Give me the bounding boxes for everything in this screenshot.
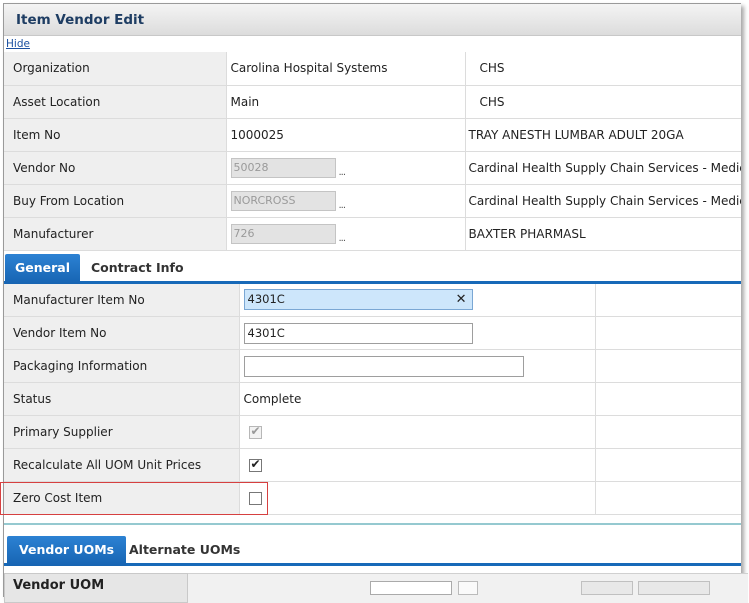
recalculate-uom-checkbox[interactable]: ✔ — [248, 457, 262, 472]
toolbar-button-secondary[interactable] — [638, 581, 710, 595]
vendor-item-no-cell: 4301C — [238, 316, 595, 350]
toolbar-small-control[interactable] — [458, 581, 478, 595]
row-manufacturer-item-no: Manufacturer Item No 4301C ✕ — [4, 283, 741, 317]
extra-cell — [594, 283, 741, 317]
buy-from-location-input: NORCROSS — [230, 190, 336, 211]
asset-location-label: Asset Location — [4, 85, 226, 119]
zero-cost-item-cell — [238, 481, 595, 515]
extra-cell — [594, 481, 741, 515]
header-row-buy-from-location: Buy From Location NORCROSS... Cardinal H… — [4, 184, 741, 218]
tab-contract-info[interactable]: Contract Info — [81, 254, 194, 284]
header-row-organization: Organization Carolina Hospital Systems C… — [4, 52, 741, 86]
extra-cell — [594, 349, 741, 383]
window-title: Item Vendor Edit — [4, 4, 741, 36]
organization-desc: CHS — [464, 52, 741, 86]
manufacturer-item-no-cell: 4301C ✕ — [238, 283, 595, 317]
vendor-no-desc: Cardinal Health Supply Chain Services - … — [464, 151, 741, 185]
asset-location-value: Main — [225, 85, 465, 119]
item-no-desc: TRAY ANESTH LUMBAR ADULT 20GA — [464, 118, 741, 152]
checkmark-icon: ✔ — [250, 457, 261, 471]
item-no-label: Item No — [4, 118, 226, 152]
header-row-manufacturer: Manufacturer 726... BAXTER PHARMASL — [4, 217, 741, 251]
item-vendor-edit-window: Item Vendor Edit Hide Organization Carol… — [3, 3, 741, 597]
toolbar-input[interactable] — [370, 581, 452, 595]
organization-label: Organization — [4, 52, 226, 86]
row-zero-cost-item: Zero Cost Item — [4, 481, 741, 515]
recalculate-uom-label: Recalculate All UOM Unit Prices — [4, 448, 239, 482]
buy-from-location-lookup-icon[interactable]: ... — [339, 200, 346, 211]
tab-alternate-uoms[interactable]: Alternate UOMs — [117, 536, 252, 566]
checkmark-icon: ✔ — [250, 424, 261, 438]
zero-cost-item-checkbox[interactable] — [248, 492, 262, 505]
row-packaging-information: Packaging Information — [4, 349, 741, 383]
status-value: Complete — [238, 382, 595, 416]
manufacturer-lookup-icon[interactable]: ... — [339, 233, 346, 244]
header-row-item-no: Item No 1000025 TRAY ANESTH LUMBAR ADULT… — [4, 118, 741, 152]
recalculate-uom-cell: ✔ — [238, 448, 595, 482]
manufacturer-cell: 726... — [225, 217, 465, 251]
extra-cell — [594, 448, 741, 482]
vendor-no-label: Vendor No — [4, 151, 226, 185]
vendor-uom-toolbar — [188, 573, 748, 603]
row-status: Status Complete — [4, 382, 741, 416]
extra-cell — [594, 415, 741, 449]
packaging-information-cell — [238, 349, 595, 383]
section-divider — [4, 515, 741, 525]
packaging-information-label: Packaging Information — [4, 349, 239, 383]
main-tabs: General Contract Info — [4, 250, 741, 284]
header-row-vendor-no: Vendor No 50028... Cardinal Health Suppl… — [4, 151, 741, 185]
manufacturer-desc: BAXTER PHARMASL — [464, 217, 741, 251]
organization-value: Carolina Hospital Systems — [225, 52, 465, 86]
primary-supplier-label: Primary Supplier — [4, 415, 239, 449]
extra-cell — [594, 382, 741, 416]
buy-from-location-label: Buy From Location — [4, 184, 226, 218]
general-fields-table: Manufacturer Item No 4301C ✕ Vendor Item… — [4, 283, 741, 515]
asset-location-desc: CHS — [464, 85, 741, 119]
header-row-asset-location: Asset Location Main CHS — [4, 85, 741, 119]
packaging-information-input[interactable] — [243, 355, 524, 377]
item-no-value: 1000025 — [225, 118, 465, 152]
row-primary-supplier: Primary Supplier ✔ — [4, 415, 741, 449]
status-label: Status — [4, 382, 239, 416]
primary-supplier-cell: ✔ — [238, 415, 595, 449]
zero-cost-item-label: Zero Cost Item — [4, 481, 239, 515]
uom-tabs: Vendor UOMs Alternate UOMs — [4, 532, 741, 566]
row-vendor-item-no: Vendor Item No 4301C — [4, 316, 741, 350]
vendor-no-input: 50028 — [230, 157, 336, 178]
toolbar-button[interactable] — [581, 581, 633, 595]
buy-from-location-desc: Cardinal Health Supply Chain Services - … — [464, 184, 741, 218]
clear-icon[interactable]: ✕ — [456, 290, 467, 309]
buy-from-location-cell: NORCROSS... — [225, 184, 465, 218]
vendor-no-lookup-icon[interactable]: ... — [339, 167, 346, 178]
primary-supplier-checkbox: ✔ — [248, 424, 262, 439]
hide-link[interactable]: Hide — [4, 36, 741, 52]
vendor-uom-panel-title: Vendor UOM — [4, 573, 188, 603]
vendor-item-no-label: Vendor Item No — [4, 316, 239, 350]
vendor-no-cell: 50028... — [225, 151, 465, 185]
manufacturer-label: Manufacturer — [4, 217, 226, 251]
extra-cell — [594, 316, 741, 350]
manufacturer-item-no-label: Manufacturer Item No — [4, 283, 239, 317]
manufacturer-item-no-input[interactable]: 4301C ✕ — [243, 289, 473, 311]
manufacturer-item-no-value: 4301C — [247, 292, 285, 307]
tab-general[interactable]: General — [5, 253, 80, 284]
row-recalculate-uom: Recalculate All UOM Unit Prices ✔ — [4, 448, 741, 482]
tab-vendor-uoms[interactable]: Vendor UOMs — [7, 536, 127, 566]
manufacturer-input: 726 — [230, 223, 336, 244]
header-fields-table: Organization Carolina Hospital Systems C… — [4, 52, 741, 251]
vendor-item-no-input[interactable]: 4301C — [243, 322, 473, 344]
